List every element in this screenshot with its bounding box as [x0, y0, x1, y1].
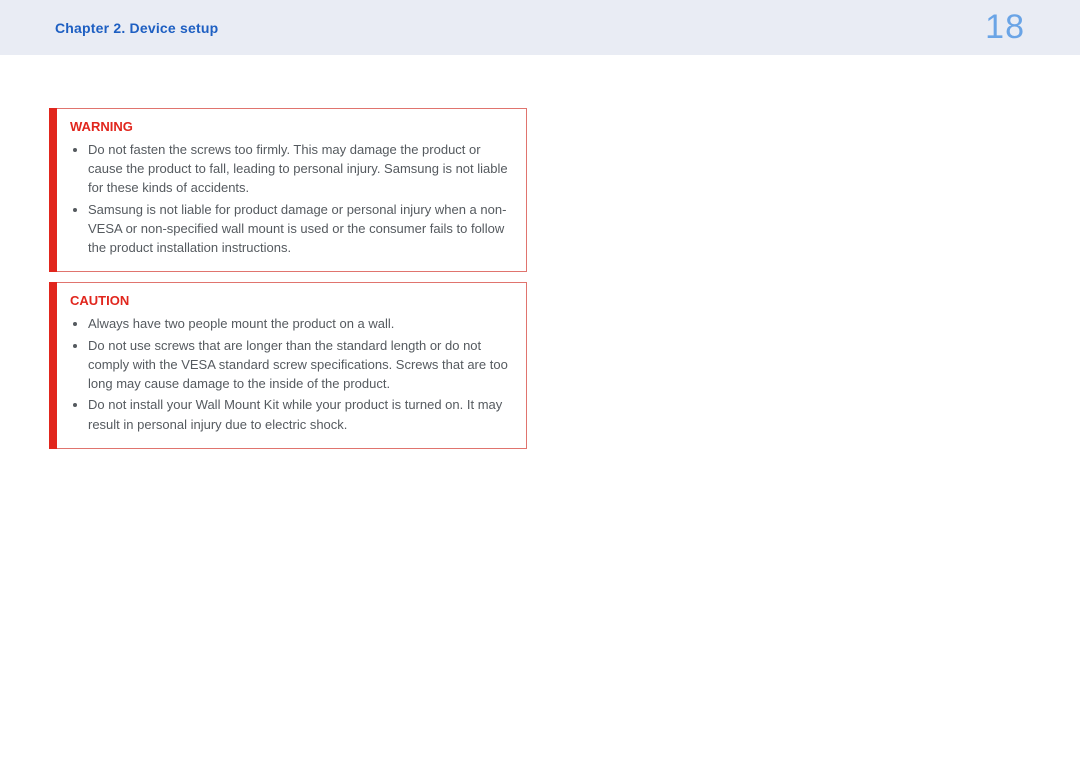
page-header: Chapter 2. Device setup 18: [0, 0, 1080, 55]
page-root: Chapter 2. Device setup 18 WARNING Do no…: [0, 0, 1080, 763]
list-item: Samsung is not liable for product damage…: [88, 200, 512, 258]
list-item: Always have two people mount the product…: [88, 314, 512, 333]
caution-box: CAUTION Always have two people mount the…: [49, 282, 527, 448]
list-item: Do not use screws that are longer than t…: [88, 336, 512, 394]
caution-title: CAUTION: [70, 293, 512, 308]
warning-box: WARNING Do not fasten the screws too fir…: [49, 108, 527, 272]
list-item: Do not fasten the screws too firmly. Thi…: [88, 140, 512, 198]
caution-list: Always have two people mount the product…: [68, 314, 512, 433]
content-column: WARNING Do not fasten the screws too fir…: [49, 108, 527, 459]
chapter-title: Chapter 2. Device setup: [55, 20, 218, 36]
page-number: 18: [985, 8, 1025, 47]
list-item: Do not install your Wall Mount Kit while…: [88, 395, 512, 433]
warning-title: WARNING: [70, 119, 512, 134]
warning-list: Do not fasten the screws too firmly. Thi…: [68, 140, 512, 257]
